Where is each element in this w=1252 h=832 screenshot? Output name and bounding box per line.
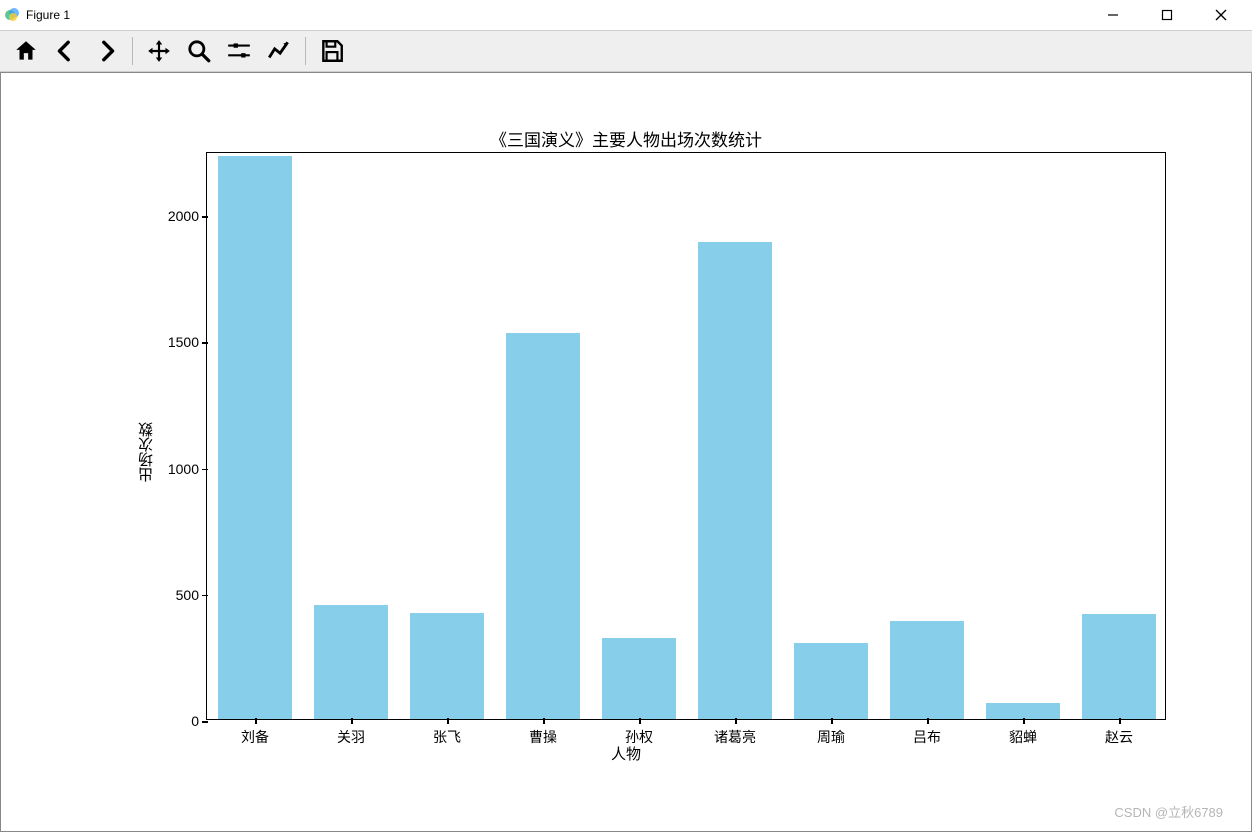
minimize-button[interactable] bbox=[1098, 3, 1128, 27]
bar bbox=[890, 621, 965, 719]
save-button[interactable] bbox=[314, 34, 350, 68]
toolbar bbox=[0, 30, 1252, 72]
close-button[interactable] bbox=[1206, 3, 1236, 27]
toolbar-separator bbox=[132, 37, 133, 65]
plot-area: 0500100015002000刘备关羽张飞曹操孙权诸葛亮周瑜吕布貂蝉赵云 bbox=[206, 152, 1166, 720]
maximize-button[interactable] bbox=[1152, 3, 1182, 27]
toolbar-separator bbox=[305, 37, 306, 65]
watermark: CSDN @立秋6789 bbox=[1114, 802, 1223, 821]
bar bbox=[1082, 614, 1157, 719]
y-axis-label: 出场次数 bbox=[136, 422, 157, 482]
y-tick: 500 bbox=[176, 587, 207, 603]
pan-button[interactable] bbox=[141, 34, 177, 68]
axes-edit-button[interactable] bbox=[261, 34, 297, 68]
bar bbox=[218, 156, 293, 719]
titlebar: Figure 1 bbox=[0, 0, 1252, 30]
bar bbox=[698, 242, 773, 719]
bar bbox=[410, 613, 485, 719]
subplots-button[interactable] bbox=[221, 34, 257, 68]
x-axis-label: 人物 bbox=[76, 743, 1176, 764]
bar bbox=[794, 643, 869, 719]
home-button[interactable] bbox=[8, 34, 44, 68]
bar bbox=[602, 638, 677, 719]
bar bbox=[506, 333, 581, 719]
window-title: Figure 1 bbox=[26, 8, 70, 22]
app-icon bbox=[4, 7, 20, 23]
y-tick: 0 bbox=[191, 713, 207, 729]
forward-button[interactable] bbox=[88, 34, 124, 68]
chart-container: 《三国演义》主要人物出场次数统计 出场次数 0500100015002000刘备… bbox=[76, 102, 1176, 802]
y-tick: 1500 bbox=[168, 334, 207, 350]
y-tick: 2000 bbox=[168, 208, 207, 224]
back-button[interactable] bbox=[48, 34, 84, 68]
y-tick: 1000 bbox=[168, 461, 207, 477]
zoom-button[interactable] bbox=[181, 34, 217, 68]
chart-canvas[interactable]: 《三国演义》主要人物出场次数统计 出场次数 0500100015002000刘备… bbox=[0, 72, 1252, 832]
bar bbox=[986, 703, 1061, 719]
chart-title: 《三国演义》主要人物出场次数统计 bbox=[76, 126, 1176, 151]
bar bbox=[314, 605, 389, 719]
window-controls bbox=[1098, 3, 1248, 27]
